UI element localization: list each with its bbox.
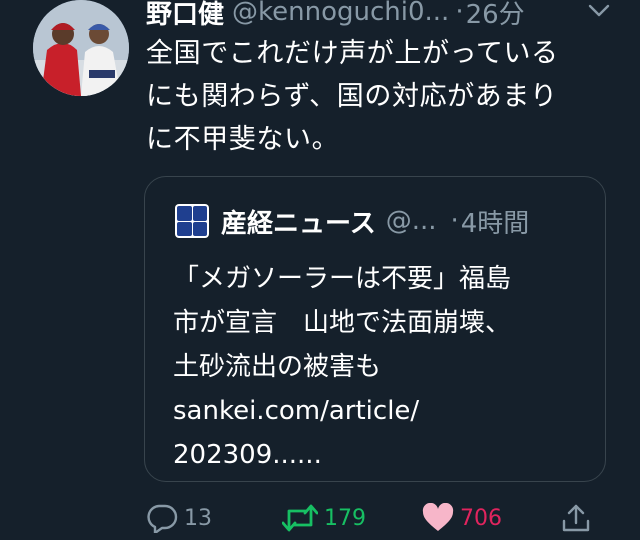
reply-button[interactable]: 13 bbox=[146, 500, 212, 536]
retweet-button[interactable]: 179 bbox=[282, 500, 366, 536]
avatar[interactable] bbox=[33, 0, 129, 96]
separator-dot: · bbox=[450, 206, 459, 236]
quoted-link-line: sankei.com/article/ bbox=[173, 396, 420, 426]
tweet-text-line: にも関わらず、国の対応があまり bbox=[146, 81, 558, 112]
heart-icon bbox=[422, 503, 454, 533]
timestamp[interactable]: 26分 bbox=[466, 0, 525, 31]
reply-icon bbox=[146, 503, 178, 533]
retweet-count: 179 bbox=[324, 505, 366, 531]
quoted-tweet-header: 産経ニュース @... · 4時間 bbox=[175, 201, 529, 241]
tweet-actions: 13 179 706 bbox=[0, 500, 640, 540]
chevron-down-icon[interactable] bbox=[586, 2, 612, 20]
quoted-text-line: 土砂流出の被害も bbox=[173, 352, 382, 382]
tweet-text-line: 全国でこれだけ声が上がっている bbox=[146, 38, 559, 69]
quoted-link-line: 202309...... bbox=[173, 440, 322, 470]
quoted-text-line: 市が宣言 山地で法面崩壊、 bbox=[173, 308, 512, 338]
avatar-photo bbox=[33, 0, 129, 96]
quoted-display-name: 産経ニュース bbox=[221, 208, 376, 239]
quoted-tweet-card[interactable]: 産経ニュース @... · 4時間 「メガソーラーは不要」福島 市が宣言 山地で… bbox=[144, 176, 606, 482]
user-handle[interactable]: @kennoguchi0... bbox=[232, 0, 449, 27]
tweet-header: 野口健 @kennoguchi0... · 26分 bbox=[146, 0, 616, 30]
like-button[interactable]: 706 bbox=[422, 500, 502, 536]
retweet-icon bbox=[282, 503, 318, 533]
share-icon bbox=[560, 502, 592, 534]
tweet-text: 全国でこれだけ声が上がっている にも関わらず、国の対応があまり に不甲斐ない。 bbox=[146, 32, 616, 161]
sankei-logo-icon bbox=[175, 204, 209, 238]
display-name[interactable]: 野口健 bbox=[146, 0, 224, 31]
quoted-tweet-text: 「メガソーラーは不要」福島 市が宣言 山地で法面崩壊、 土砂流出の被害も san… bbox=[173, 257, 593, 477]
share-button[interactable] bbox=[560, 500, 592, 536]
like-count: 706 bbox=[460, 505, 502, 531]
quoted-timestamp: 4時間 bbox=[460, 208, 530, 239]
reply-count: 13 bbox=[184, 505, 212, 531]
quoted-user-handle: @... bbox=[385, 206, 437, 236]
separator-dot: · bbox=[455, 0, 464, 27]
quoted-text-line: 「メガソーラーは不要」福島 bbox=[173, 264, 512, 294]
tweet-text-line: に不甲斐ない。 bbox=[146, 124, 340, 155]
